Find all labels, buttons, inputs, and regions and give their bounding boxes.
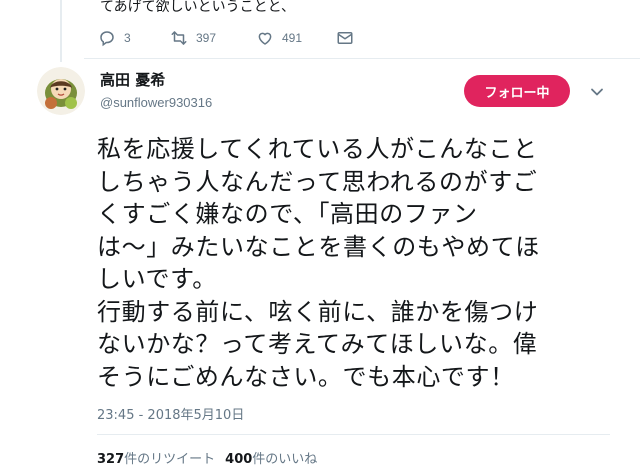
tweet-text-line: しちゃう人なんだって思われるのがすご <box>97 167 538 196</box>
heart-icon <box>256 29 274 47</box>
previous-tweet-actions: 3 397 491 <box>98 28 360 48</box>
tweet-timestamp[interactable]: 23:45 - 2018年5月10日 <box>97 404 244 423</box>
tweet-text-line: ないかな？って考えてみてほしいな。偉 <box>97 330 538 358</box>
author-name[interactable]: 高田 憂希 <box>100 69 165 90</box>
retweet-stat-count: 327 <box>97 452 125 467</box>
like-stat-label: 件のいいね <box>252 452 318 467</box>
tweet-stats: 327件のリツイート 400件のいいね <box>97 448 327 467</box>
avatar[interactable] <box>37 67 85 115</box>
thread-connector-line <box>60 0 62 62</box>
author-handle[interactable]: @sunflower930316 <box>100 95 212 110</box>
tweet-divider <box>84 58 640 59</box>
like-button[interactable]: 491 <box>256 28 336 48</box>
retweet-stat-label: 件のリツイート <box>124 452 216 467</box>
like-stat-count: 400 <box>225 452 253 467</box>
reply-icon <box>98 29 116 47</box>
chevron-down-icon[interactable] <box>590 84 604 98</box>
following-button[interactable]: フォロー中 <box>464 75 570 107</box>
retweet-stat[interactable]: 327件のリツイート <box>97 448 215 467</box>
reply-button[interactable]: 3 <box>98 28 170 48</box>
like-count: 491 <box>282 31 303 45</box>
tweet-text-line: 私を応援してくれている人がこんなこと <box>97 135 538 163</box>
tweet-text-line: 行動する前に、呟く前に、誰かを傷つけ <box>97 297 539 326</box>
tweet-text-line: くすごく嫌なので、「高田のファン <box>97 200 478 228</box>
tweet-page: てあげて欲しいということと、 3 397 491 高田 憂希 @sunflowe… <box>0 0 640 472</box>
tweet-text: 私を応援してくれている人がこんなこと しちゃう人なんだって思われるのがすご くす… <box>97 133 617 393</box>
direct-message-button[interactable] <box>336 28 360 48</box>
retweet-icon <box>170 29 188 47</box>
tweet-text-line: は～」みたいなことを書くのもやめてほ <box>97 232 540 261</box>
reply-count: 3 <box>124 31 131 45</box>
previous-tweet-text: てあげて欲しいということと、 <box>100 0 296 15</box>
tweet-text-line: しいです。 <box>97 265 217 293</box>
tweet-text-line: そうにごめんなさい。でも本心です！ <box>97 362 515 391</box>
like-stat[interactable]: 400件のいいね <box>225 448 317 467</box>
stats-divider <box>97 434 610 435</box>
retweet-count: 397 <box>196 31 217 45</box>
envelope-icon <box>336 29 354 47</box>
retweet-button[interactable]: 397 <box>170 28 256 48</box>
